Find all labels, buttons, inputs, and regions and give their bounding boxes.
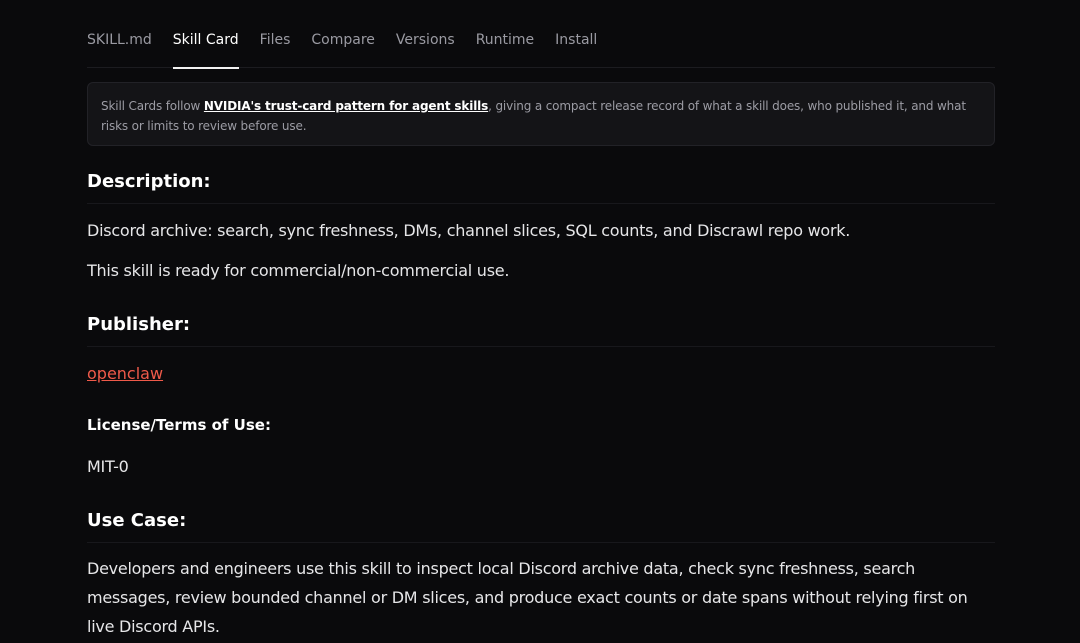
license-body: MIT-0: [87, 452, 995, 481]
license-value: MIT-0: [87, 457, 129, 476]
publisher-link[interactable]: openclaw: [87, 364, 163, 383]
tab-bar: SKILL.md Skill Card Files Compare Versio…: [87, 0, 995, 69]
tab-runtime[interactable]: Runtime: [476, 31, 534, 68]
description-body-2: This skill is ready for commercial/non-c…: [87, 256, 995, 285]
skill-page: SKILL.md Skill Card Files Compare Versio…: [87, 0, 995, 636]
tab-compare[interactable]: Compare: [311, 31, 375, 68]
skill-card-notice: Skill Cards follow NVIDIA's trust-card p…: [87, 82, 995, 146]
publisher-section: Publisher:: [87, 314, 995, 347]
tab-versions[interactable]: Versions: [396, 31, 455, 68]
description-body: Discord archive: search, sync freshness,…: [87, 216, 995, 245]
license-section: License/Terms of Use:: [87, 415, 995, 435]
tab-install[interactable]: Install: [555, 31, 597, 68]
use-case-body: Developers and engineers use this skill …: [87, 554, 995, 641]
notice-prefix: Skill Cards follow: [101, 99, 204, 113]
publisher-body: openclaw: [87, 359, 995, 388]
description-section: Description:: [87, 171, 995, 204]
use-case-text: Developers and engineers use this skill …: [87, 559, 968, 636]
tab-skill-md[interactable]: SKILL.md: [87, 31, 152, 68]
use-case-heading: Use Case:: [87, 510, 995, 543]
tab-skill-card[interactable]: Skill Card: [172, 31, 239, 69]
license-heading: License/Terms of Use:: [87, 416, 271, 434]
tab-files[interactable]: Files: [260, 31, 291, 68]
description-line-1: Discord archive: search, sync freshness,…: [87, 221, 851, 240]
trust-card-link[interactable]: NVIDIA's trust-card pattern for agent sk…: [204, 99, 488, 113]
publisher-heading: Publisher:: [87, 314, 995, 347]
use-case-section: Use Case:: [87, 510, 995, 543]
description-line-2: This skill is ready for commercial/non-c…: [87, 261, 510, 280]
description-heading: Description:: [87, 171, 995, 204]
